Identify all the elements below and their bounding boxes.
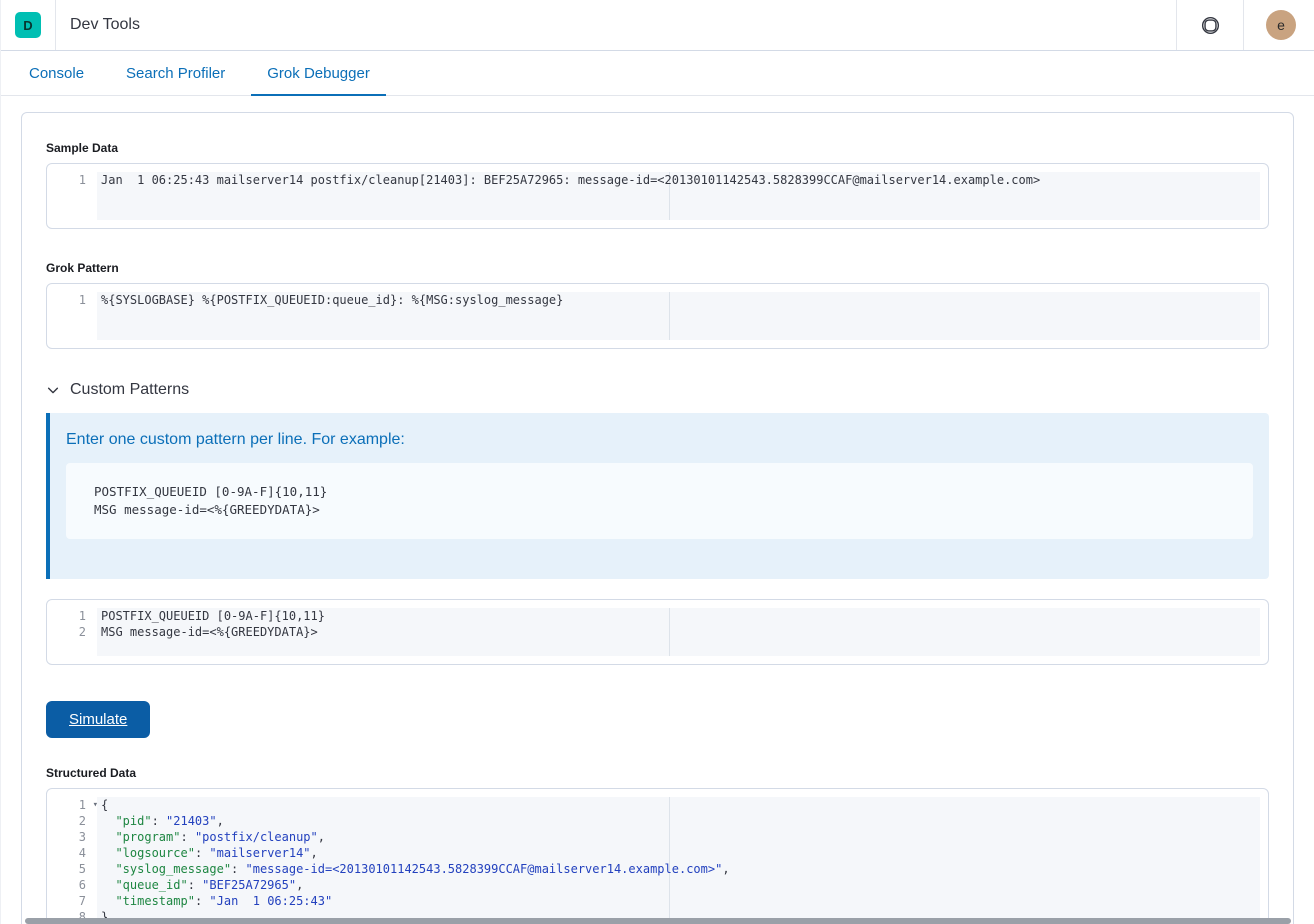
callout-example-code: POSTFIX_QUEUEID [0-9A-F]{10,11} MSG mess… bbox=[66, 463, 1253, 539]
code-line: "timestamp": "Jan 1 06:25:43" bbox=[101, 893, 1260, 909]
code-line: "syslog_message": "message-id=<201301011… bbox=[101, 861, 1260, 877]
tab-search-profiler[interactable]: Search Profiler bbox=[110, 51, 241, 95]
page-title: Dev Tools bbox=[70, 16, 140, 34]
grok-pattern-field: Grok Pattern 1 %{SYSLOGBASE} %{POSTFIX_Q… bbox=[46, 261, 1269, 349]
space-avatar[interactable]: D bbox=[15, 12, 41, 38]
code-line: POSTFIX_QUEUEID [0-9A-F]{10,11} bbox=[101, 608, 1260, 624]
custom-patterns-editor[interactable]: 12 POSTFIX_QUEUEID [0-9A-F]{10,11}MSG me… bbox=[46, 599, 1269, 665]
code-line: %{SYSLOGBASE} %{POSTFIX_QUEUEID:queue_id… bbox=[101, 292, 1260, 308]
code-line: MSG message-id=<%{GREEDYDATA}> bbox=[101, 624, 1260, 640]
simulate-button[interactable]: Simulate bbox=[46, 701, 150, 738]
code-line: { bbox=[101, 797, 1260, 813]
structured-data-label: Structured Data bbox=[46, 766, 1269, 780]
sample-data-field: Sample Data 1 Jan 1 06:25:43 mailserver1… bbox=[46, 141, 1269, 229]
line-number-gutter: 12 bbox=[47, 608, 97, 656]
tab-bar: ConsoleSearch ProfilerGrok Debugger bbox=[1, 51, 1314, 96]
header-divider bbox=[1176, 0, 1177, 50]
line-number-gutter: 1 bbox=[47, 292, 97, 340]
grok-debugger-panel: Sample Data 1 Jan 1 06:25:43 mailserver1… bbox=[21, 112, 1294, 924]
code-line: "queue_id": "BEF25A72965", bbox=[101, 877, 1260, 893]
sample-data-label: Sample Data bbox=[46, 141, 1269, 155]
callout-title: Enter one custom pattern per line. For e… bbox=[66, 431, 1253, 449]
grok-pattern-label: Grok Pattern bbox=[46, 261, 1269, 275]
horizontal-scrollbar[interactable] bbox=[25, 918, 1291, 924]
code-line: "logsource": "mailserver14", bbox=[101, 845, 1260, 861]
code-line: "pid": "21403", bbox=[101, 813, 1260, 829]
code-line: Jan 1 06:25:43 mailserver14 postfix/clea… bbox=[101, 172, 1260, 188]
line-number-gutter: 1▾2345678 bbox=[47, 797, 97, 924]
custom-patterns-accordion-toggle[interactable]: Custom Patterns bbox=[46, 381, 1269, 399]
code-line: "program": "postfix/cleanup", bbox=[101, 829, 1260, 845]
structured-data-field: Structured Data 1▾2345678 { "pid": "2140… bbox=[46, 766, 1269, 924]
sample-data-editor[interactable]: 1 Jan 1 06:25:43 mailserver14 postfix/cl… bbox=[46, 163, 1269, 229]
header-divider bbox=[1243, 0, 1244, 50]
grok-pattern-editor[interactable]: 1 %{SYSLOGBASE} %{POSTFIX_QUEUEID:queue_… bbox=[46, 283, 1269, 349]
tab-console[interactable]: Console bbox=[13, 51, 100, 95]
user-avatar[interactable]: e bbox=[1266, 10, 1296, 40]
header-divider bbox=[55, 0, 56, 50]
structured-data-editor[interactable]: 1▾2345678 { "pid": "21403", "program": "… bbox=[46, 788, 1269, 924]
app-header: D Dev Tools e bbox=[1, 0, 1314, 51]
chevron-down-icon bbox=[46, 383, 60, 397]
help-icon[interactable] bbox=[1191, 16, 1229, 35]
line-number-gutter: 1 bbox=[47, 172, 97, 220]
tab-grok-debugger[interactable]: Grok Debugger bbox=[251, 51, 386, 95]
custom-patterns-callout: Enter one custom pattern per line. For e… bbox=[46, 413, 1269, 579]
custom-patterns-label: Custom Patterns bbox=[70, 381, 189, 399]
